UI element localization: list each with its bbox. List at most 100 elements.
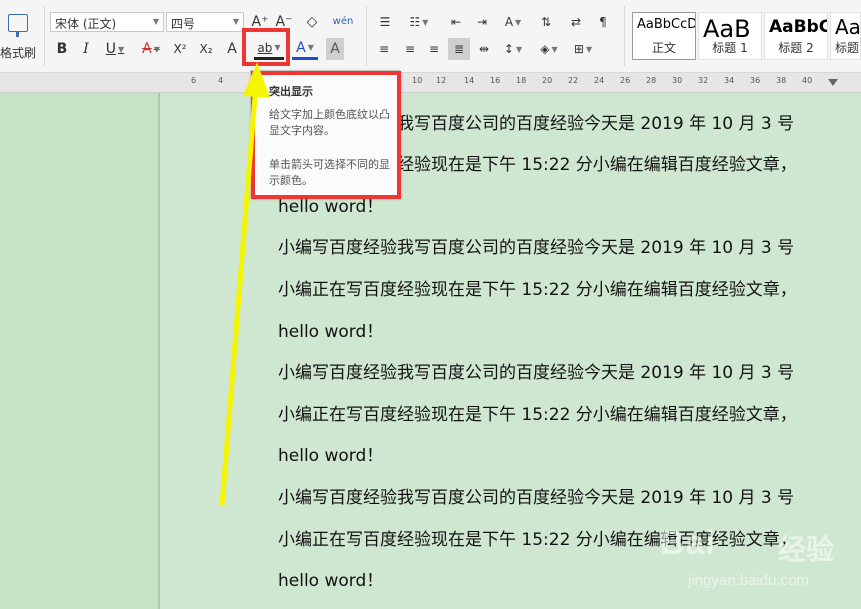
- divider: [44, 6, 45, 66]
- ruler-tick: 6: [191, 76, 197, 85]
- highlight-tooltip: 突出显示 给文字加上颜色底纹以凸显文字内容。 单击箭头可选择不同的显示颜色。: [250, 70, 401, 199]
- paragraph-icon: ¶: [599, 15, 607, 29]
- doc-line[interactable]: hello word！: [278, 441, 383, 466]
- indent-icon: ⇥: [476, 15, 488, 29]
- outdent-icon: ⇤: [450, 15, 462, 29]
- ruler-tick: 10: [412, 76, 423, 85]
- doc-line[interactable]: 小编写百度经验我写百度公司的百度经验今天是 2019 年 10 月 3 号: [278, 233, 794, 258]
- char-shading-icon: A: [330, 41, 340, 57]
- horizontal-ruler: 6 4 10 12 14 16 18 20 22 24 26 28 30 32 …: [0, 73, 861, 93]
- doc-line[interactable]: 小编写百度经验我写百度公司的百度经验今天是 2019 年 10 月 3 号: [278, 358, 794, 383]
- text-direction-button[interactable]: A ▼: [500, 11, 526, 33]
- strikethrough-icon: A: [142, 41, 152, 57]
- ruler-tick: 40: [802, 76, 813, 85]
- distribute-button[interactable]: ⇹: [474, 38, 494, 60]
- align-center-button[interactable]: ≡: [400, 38, 420, 60]
- style-name: 标题 1: [712, 41, 748, 55]
- line-spacing-icon: ↕: [503, 42, 514, 56]
- style-normal[interactable]: AaBbCcD 正文: [632, 12, 696, 60]
- text-effect-icon: A: [227, 41, 237, 57]
- bullet-list-icon: ☰: [379, 15, 391, 29]
- subscript-icon: X₂: [199, 42, 213, 56]
- align-right-icon: ≡: [428, 42, 440, 56]
- chevron-down-icon: ▼: [232, 17, 239, 26]
- justify-icon: ≣: [453, 42, 465, 56]
- numbered-list-button[interactable]: ☷ ▼: [406, 11, 432, 33]
- subscript-button[interactable]: X₂: [194, 38, 218, 60]
- ruler-tick: 4: [218, 76, 224, 85]
- font-size-value: 四号: [171, 17, 196, 31]
- ruler-tick: 12: [436, 76, 447, 85]
- doc-line[interactable]: hello word！: [278, 566, 383, 591]
- doc-line[interactable]: 小编写百度经验我写百度公司的百度经验今天是 2019 年 10 月 3 号: [278, 483, 794, 508]
- ruler-tick: 26: [620, 76, 631, 85]
- baidu-watermark: Bai 经验 jingyan.baidu.com: [660, 518, 860, 598]
- highlight-annotation-box: [242, 28, 290, 66]
- decrease-indent-button[interactable]: ⇤: [446, 11, 466, 33]
- shading-button[interactable]: ◈ ▼: [536, 38, 562, 60]
- italic-button[interactable]: I: [76, 38, 96, 60]
- bold-button[interactable]: B: [52, 38, 72, 60]
- strikethrough-button[interactable]: A ▼: [136, 38, 166, 60]
- borders-button[interactable]: ⊞ ▼: [570, 38, 596, 60]
- align-right-button[interactable]: ≡: [424, 38, 444, 60]
- right-indent-marker[interactable]: [828, 79, 838, 86]
- bullet-list-button[interactable]: ☰: [374, 11, 396, 33]
- superscript-icon: X²: [173, 42, 187, 56]
- bold-icon: B: [56, 41, 68, 57]
- doc-line[interactable]: hello word！: [278, 317, 383, 342]
- ruler-tick: 20: [542, 76, 553, 85]
- format-painter-label: 格式刷: [0, 46, 37, 60]
- eraser-icon: ◇: [306, 14, 318, 30]
- sort-button[interactable]: ⇅: [536, 11, 556, 33]
- ruler-tick: 14: [464, 76, 475, 85]
- divider: [624, 6, 625, 66]
- ruler-tick: 24: [594, 76, 605, 85]
- doc-line[interactable]: 小编正在写百度经验现在是下午 15:22 分小编在编辑百度经验文章，: [278, 275, 797, 300]
- divider: [366, 6, 367, 66]
- style-name: 正文: [651, 41, 676, 55]
- style-heading-1[interactable]: AaB 标题 1: [698, 12, 762, 60]
- chevron-down-icon: ▼: [152, 17, 159, 26]
- italic-icon: I: [83, 41, 89, 57]
- ruler-tick: 30: [672, 76, 683, 85]
- paint-bucket-icon: ◈: [540, 42, 550, 56]
- align-center-icon: ≡: [404, 42, 416, 56]
- format-painter-button[interactable]: 格式刷: [0, 6, 40, 62]
- underline-icon: U: [105, 41, 117, 57]
- underline-button[interactable]: U ▼: [100, 38, 130, 60]
- phonetic-icon: wén: [332, 15, 354, 27]
- ribbon-toolbar: 格式刷 宋体 (正文) ▼ 四号 ▼ A⁺ A⁻ ◇ wén B I U ▼ A ▼…: [0, 0, 861, 73]
- align-left-icon: ≡: [378, 42, 390, 56]
- style-title[interactable]: AaB 标题: [830, 12, 861, 60]
- line-spacing-button[interactable]: ↕ ▼: [500, 38, 526, 60]
- font-name-select[interactable]: 宋体 (正文) ▼: [50, 12, 164, 32]
- show-marks-button[interactable]: ⇄: [566, 11, 586, 33]
- style-heading-2[interactable]: AaBbC 标题 2: [764, 12, 828, 60]
- char-shading-button[interactable]: A: [326, 38, 344, 60]
- font-color-icon: A: [296, 39, 306, 56]
- ruler-tick: 22: [568, 76, 579, 85]
- align-left-button[interactable]: ≡: [374, 38, 394, 60]
- sort-icon: ⇅: [540, 15, 552, 29]
- increase-indent-button[interactable]: ⇥: [472, 11, 492, 33]
- style-name: 标题: [835, 41, 860, 55]
- phonetic-guide-button[interactable]: wén: [330, 10, 356, 32]
- doc-line[interactable]: 小编正在写百度经验现在是下午 15:22 分小编在编辑百度经验文章，: [278, 400, 797, 425]
- font-color-button[interactable]: A ▼: [292, 38, 318, 60]
- text-direction-icon: A: [504, 15, 514, 29]
- clear-format-button[interactable]: ◇: [302, 11, 322, 33]
- ruler-tick: 18: [516, 76, 527, 85]
- text-effect-button[interactable]: A: [222, 38, 242, 60]
- font-size-select[interactable]: 四号 ▼: [166, 12, 244, 32]
- ruler-tick: 36: [750, 76, 761, 85]
- superscript-button[interactable]: X²: [168, 38, 192, 60]
- ruler-tick: 34: [724, 76, 735, 85]
- ruler-tick: 16: [490, 76, 501, 85]
- style-preview: AaBbC: [769, 17, 828, 37]
- style-name: 标题 2: [778, 41, 814, 55]
- font-name-value: 宋体 (正文): [55, 17, 117, 31]
- paragraph-mark-button[interactable]: ¶: [592, 11, 614, 33]
- watermark-cn: 经验: [778, 533, 835, 566]
- justify-button[interactable]: ≣: [448, 38, 470, 60]
